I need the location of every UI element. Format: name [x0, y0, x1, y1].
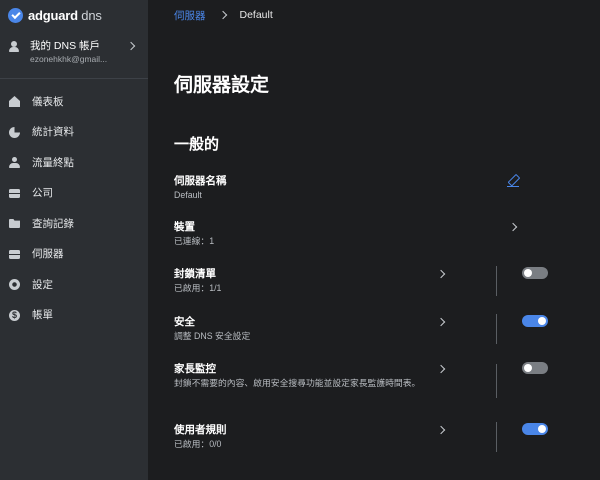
parental-control-sub: 封鎖不需要的內容、啟用安全搜尋功能並設定家長監護時間表。	[174, 378, 421, 388]
user-icon	[9, 157, 20, 168]
sidebar-item-servers[interactable]: 伺服器	[0, 239, 148, 270]
user-rules-toggle[interactable]	[522, 423, 548, 435]
adguard-shield-icon	[8, 7, 23, 23]
chevron-right-icon	[218, 10, 227, 20]
security-row: 安全 調整 DNS 安全設定	[174, 314, 548, 344]
sidebar-item-label: 伺服器	[32, 248, 64, 261]
breadcrumb-servers-link[interactable]: 伺服器	[174, 8, 206, 23]
sidebar-item-label: 帳單	[32, 309, 53, 322]
breadcrumb: 伺服器 Default	[174, 8, 273, 22]
blocklists-row: 封鎖清單 已啟用：1/1	[174, 266, 548, 296]
main-content: 伺服器 Default 伺服器設定 一般的 伺服器名稱 Default 裝置 已…	[148, 0, 600, 480]
security-title: 安全	[174, 316, 195, 328]
sidebar-item-statistics[interactable]: 統計資料	[0, 117, 148, 148]
sidebar-item-label: 公司	[32, 187, 53, 200]
sidebar-divider	[0, 78, 148, 79]
logo-text: adguard dns	[28, 7, 102, 23]
folder-icon	[9, 219, 20, 228]
blocklists-sub: 已啟用：1/1	[174, 283, 222, 293]
section-title: 一般的	[174, 136, 220, 153]
security-toggle[interactable]	[522, 315, 548, 327]
user-rules-sub: 已啟用：0/0	[174, 439, 222, 449]
sidebar-item-endpoints[interactable]: 流量終點	[0, 147, 148, 178]
server-name-value: Default	[174, 190, 202, 200]
row-divider	[496, 266, 497, 296]
row-divider	[496, 422, 497, 452]
row-divider	[496, 314, 497, 344]
sidebar-item-label: 查詢記錄	[32, 217, 74, 230]
sidebar-item-label: 統計資料	[32, 126, 74, 139]
user-rules-title: 使用者規則	[174, 424, 227, 436]
sidebar-item-billing[interactable]: $ 帳單	[0, 300, 148, 331]
person-icon	[9, 41, 19, 52]
account-email: ezonehkhk@gmail...	[30, 54, 108, 64]
security-sub: 調整 DNS 安全設定	[174, 331, 251, 341]
edit-pencil-icon[interactable]	[507, 175, 519, 188]
server-name-title: 伺服器名稱	[174, 175, 227, 187]
page-title: 伺服器設定	[174, 75, 270, 96]
sidebar-nav: 儀表板 統計資料 流量終點 公司 查詢記錄 伺服器 設定 $ 帳單	[0, 86, 148, 330]
devices-sub: 已連線：1	[174, 236, 215, 246]
breadcrumb-current: Default	[239, 9, 273, 21]
dollar-icon: $	[9, 309, 20, 321]
sidebar: adguard dns 我的 DNS 帳戶 ezonehkhk@gmail...…	[0, 0, 148, 480]
blocklists-toggle[interactable]	[522, 267, 548, 279]
devices-row[interactable]: 裝置 已連線：1	[174, 220, 524, 247]
blocklists-title: 封鎖清單	[174, 268, 216, 280]
pie-chart-icon	[9, 126, 20, 138]
parental-control-row: 家長監控 封鎖不需要的內容、啟用安全搜尋功能並設定家長監護時間表。	[174, 362, 548, 398]
parental-control-toggle[interactable]	[522, 362, 548, 374]
sidebar-item-label: 流量終點	[32, 156, 74, 169]
sidebar-item-dashboard[interactable]: 儀表板	[0, 86, 148, 117]
sidebar-item-settings[interactable]: 設定	[0, 269, 148, 300]
home-icon	[9, 96, 20, 107]
user-rules-row: 使用者規則 已啟用：0/0	[174, 422, 548, 452]
sidebar-item-label: 儀表板	[32, 95, 64, 108]
sidebar-item-query-log[interactable]: 查詢記錄	[0, 208, 148, 239]
account-menu[interactable]: 我的 DNS 帳戶 ezonehkhk@gmail...	[0, 36, 148, 76]
sidebar-item-label: 設定	[32, 278, 53, 291]
adguard-logo[interactable]: adguard dns	[8, 6, 102, 24]
parental-control-title: 家長監控	[174, 363, 216, 375]
devices-title: 裝置	[174, 221, 195, 233]
briefcase-icon	[9, 188, 20, 198]
row-divider	[496, 364, 497, 398]
gear-icon	[9, 279, 20, 290]
server-icon	[9, 249, 20, 259]
server-name-row: 伺服器名稱 Default	[174, 174, 524, 201]
sidebar-item-company[interactable]: 公司	[0, 178, 148, 209]
